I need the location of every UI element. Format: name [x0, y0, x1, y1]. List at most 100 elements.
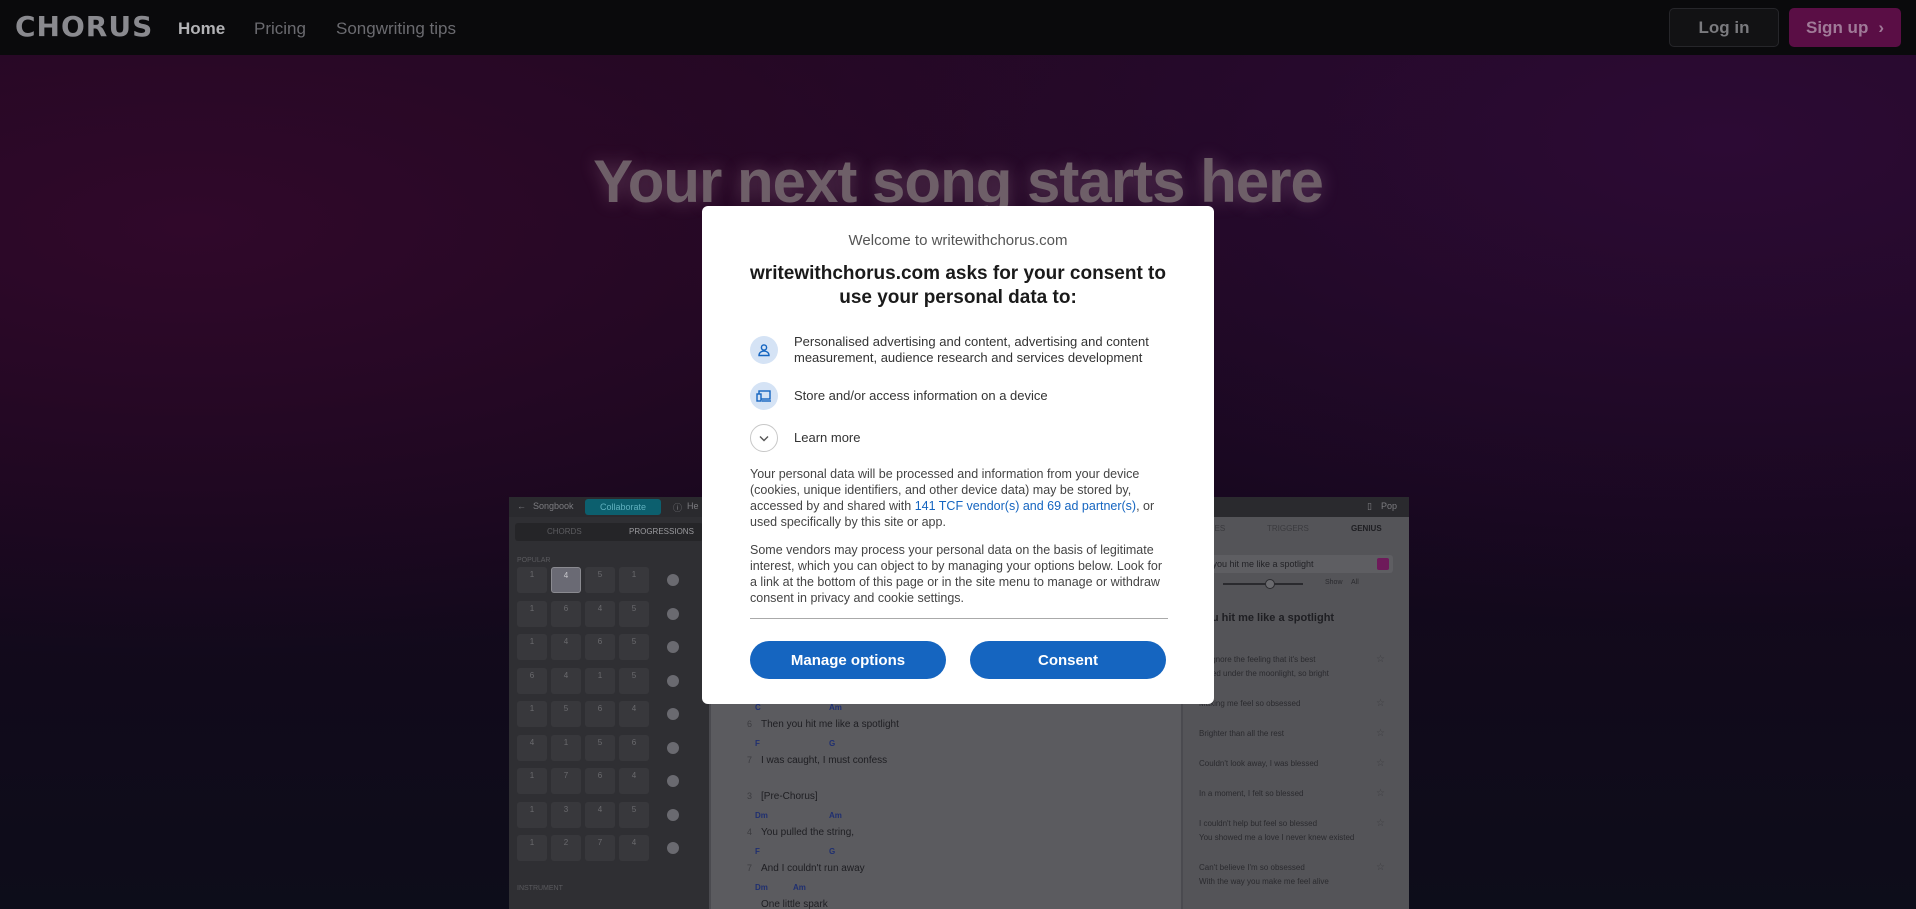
preview-progression-row: 4156	[517, 734, 697, 761]
preview-chord-cell: 5	[619, 667, 649, 694]
play-icon	[667, 808, 679, 821]
preview-collaborate-button: Collaborate	[585, 499, 661, 515]
preview-popular-label: POPULAR	[517, 557, 551, 564]
preview-chord-cell: 1	[517, 634, 547, 660]
preview-chord-cell: 4	[517, 734, 547, 761]
preview-genre: Pop	[1381, 501, 1398, 511]
preview-progression-row: 1274	[517, 835, 697, 861]
preview-tab-genius: GENIUS	[1351, 524, 1382, 533]
nav-pricing-link[interactable]: Pricing	[254, 19, 306, 39]
preview-lyric-line: And I couldn't run away	[761, 863, 865, 874]
preview-chord-label: C	[755, 703, 761, 712]
consent-dialog: Welcome to writewithchorus.com writewith…	[702, 206, 1214, 704]
star-icon: ☆	[1376, 758, 1385, 769]
preview-suggestion: Couldn't look away, I was blessed ☆	[1199, 757, 1393, 771]
preview-line-number: 4	[747, 827, 753, 837]
preview-chord-cell: 2	[551, 835, 581, 861]
preview-chord-cell: 6	[585, 768, 615, 794]
star-icon: ☆	[1376, 862, 1385, 873]
star-icon: ☆	[1376, 654, 1385, 665]
manage-options-button[interactable]: Manage options	[750, 641, 946, 679]
preview-progression-row: 1451	[517, 567, 697, 593]
preview-line-number: 3	[747, 791, 753, 801]
preview-lyric-line: Then you hit me like a spotlight	[761, 719, 899, 730]
preview-tab-chords: CHORDS	[547, 527, 582, 536]
preview-chord-label: G	[829, 847, 836, 856]
preview-search-value: n you hit me like a spotlight	[1205, 559, 1314, 569]
devices-icon	[750, 382, 778, 410]
preview-chord-cell: 4	[619, 768, 649, 794]
consent-welcome-text: Welcome to writewithchorus.com	[848, 232, 1068, 249]
preview-chord-cell: 6	[585, 634, 615, 660]
learn-more-label[interactable]: Learn more	[794, 430, 860, 446]
preview-line-number: 7	[747, 755, 753, 765]
preview-chord-cell: 4	[619, 701, 649, 727]
preview-tab-triggers: TRIGGERS	[1267, 524, 1309, 533]
consent-button[interactable]: Consent	[970, 641, 1166, 679]
preview-suggestion: Can't believe I'm so obsessed With the wa…	[1199, 861, 1393, 889]
consent-heading: writewithchorus.com asks for your consen…	[750, 263, 1166, 308]
preview-progressions-panel: CHORDS PROGRESSIONS POPULAR 145116451465…	[509, 517, 709, 909]
preview-chord-cell: 4	[551, 634, 581, 660]
preview-progression-row: 1764	[517, 768, 697, 794]
star-icon: ☆	[1376, 698, 1385, 709]
learn-more-toggle[interactable]: Learn more	[750, 424, 1170, 452]
preview-chord-cell: 1	[551, 734, 581, 761]
preview-suggestion-line: Brighter than all the rest	[1199, 729, 1284, 738]
preview-chord-cell: 6	[619, 734, 649, 761]
nav-home-link[interactable]: Home	[178, 19, 225, 39]
preview-line-number: 7	[747, 863, 753, 873]
preview-chord-cell: 4	[585, 600, 615, 627]
preview-progression-row: 1645	[517, 600, 697, 627]
preview-chord-cell: 5	[585, 567, 615, 593]
preview-tab-progressions: PROGRESSIONS	[629, 527, 694, 536]
preview-chord-cell: 1	[517, 567, 547, 593]
preview-chord-cell: 1	[517, 768, 547, 794]
preview-suggestion-line: In a moment, I felt so blessed	[1199, 789, 1304, 798]
arrow-right-icon	[1377, 558, 1389, 570]
preview-chord-cell: 4	[551, 667, 581, 694]
preview-chord-label: Dm	[755, 883, 768, 892]
consent-purpose-text: Personalised advertising and content, ad…	[794, 334, 1149, 365]
star-icon: ☆	[1376, 788, 1385, 799]
chevron-right-icon: ›	[1878, 17, 1884, 37]
preview-suggestion: Brighter than all the rest ☆	[1199, 727, 1393, 741]
preview-progression-row: 6415	[517, 667, 697, 694]
preview-suggestion-line: Making me feel so obsessed	[1199, 699, 1301, 708]
preview-chord-label: G	[829, 739, 836, 748]
preview-lyric-line: You pulled the string,	[761, 827, 855, 838]
preview-instrument-label: INSTRUMENT	[517, 885, 563, 892]
preview-suggestion-line: anced under the moonlight, so bright	[1199, 669, 1329, 678]
preview-suggestion-line: n't ignore the feeling that it's best	[1199, 655, 1316, 664]
play-icon	[667, 641, 679, 653]
preview-suggestion-line: With the way you make me feel alive	[1199, 877, 1329, 886]
vendors-link[interactable]: 141 TCF vendor(s) and 69 ad partner(s)	[915, 499, 1136, 513]
signup-button[interactable]: Sign up ›	[1789, 8, 1901, 47]
star-icon: ☆	[1376, 728, 1385, 739]
preview-chord-cell: 4	[585, 801, 615, 828]
preview-chord-cell: 7	[585, 835, 615, 861]
preview-chord-label: F	[755, 847, 760, 856]
preview-chord-cell: 1	[517, 701, 547, 727]
preview-chord-cell: 1	[585, 667, 615, 694]
consent-purpose-storage: Store and/or access information on a dev…	[750, 382, 1170, 410]
back-arrow-icon: ←	[517, 501, 526, 511]
preview-songbook-link: Songbook	[533, 501, 574, 511]
preview-chord-cell: 1	[517, 801, 547, 828]
consent-divider	[750, 618, 1168, 619]
play-icon	[667, 775, 679, 787]
preview-suggestion-line: You showed me a love I never knew existe…	[1199, 833, 1355, 842]
login-button[interactable]: Log in	[1669, 8, 1779, 47]
preview-suggestion-line: Can't believe I'm so obsessed	[1199, 863, 1305, 872]
preview-progression-row: 1564	[517, 701, 697, 727]
nav-songwriting-tips-link[interactable]: Songwriting tips	[336, 19, 456, 39]
chorus-logo[interactable]: CHORUS	[15, 10, 153, 43]
chevron-down-icon[interactable]	[750, 424, 778, 452]
preview-show-label: Show	[1325, 579, 1343, 586]
signup-label: Sign up	[1806, 17, 1869, 37]
play-icon	[667, 674, 679, 687]
play-icon	[667, 842, 679, 854]
legitimate-interest-paragraph: Some vendors may process your personal d…	[750, 543, 1163, 605]
preview-left-tabs: CHORDS PROGRESSIONS	[515, 523, 703, 541]
preview-chord-label: Am	[829, 703, 842, 712]
